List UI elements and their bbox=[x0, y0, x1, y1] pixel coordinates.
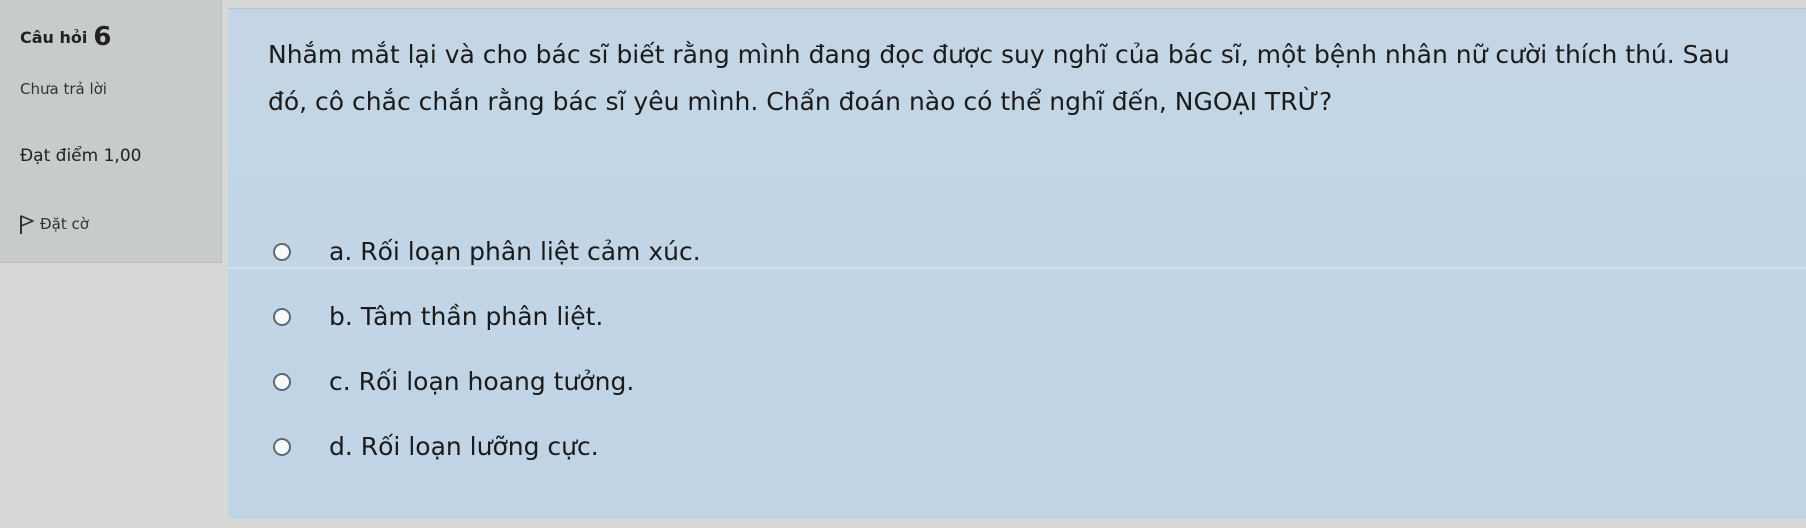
answer-label: a. Rối loạn phân liệt cảm xúc. bbox=[329, 237, 701, 266]
radio-icon[interactable] bbox=[273, 437, 291, 456]
answer-label: b. Tâm thần phân liệt. bbox=[329, 302, 604, 331]
question-state: Chưa trả lời bbox=[20, 80, 107, 98]
flag-question-button[interactable]: Đặt cờ bbox=[18, 212, 89, 236]
question-label: Câu hỏi bbox=[20, 28, 88, 47]
question-text: Nhắm mắt lại và cho bác sĩ biết rằng mìn… bbox=[268, 40, 1730, 116]
answer-option-c[interactable]: c. Rối loạn hoang tưởng. bbox=[273, 367, 634, 396]
question-content: Nhắm mắt lại và cho bác sĩ biết rằng mìn… bbox=[228, 8, 1806, 519]
flag-icon bbox=[20, 215, 34, 234]
question-number: 6 bbox=[93, 22, 112, 52]
question-grade: Đạt điểm 1,00 bbox=[20, 146, 142, 166]
answer-option-d[interactable]: d. Rối loạn lưỡng cực. bbox=[273, 432, 599, 461]
answer-label: c. Rối loạn hoang tưởng. bbox=[329, 367, 635, 396]
answer-option-b[interactable]: b. Tâm thần phân liệt. bbox=[273, 302, 603, 331]
answer-option-a[interactable]: a. Rối loạn phân liệt cảm xúc. bbox=[273, 237, 701, 266]
radio-icon[interactable] bbox=[273, 242, 291, 261]
radio-icon[interactable] bbox=[273, 372, 291, 391]
flag-label: Đặt cờ bbox=[40, 215, 89, 233]
radio-icon[interactable] bbox=[273, 307, 291, 326]
answer-label: d. Rối loạn lưỡng cực. bbox=[329, 432, 599, 461]
question-info-panel: Câu hỏi 6 Chưa trả lời Đạt điểm 1,00 Đặt … bbox=[0, 0, 222, 263]
answers-divider bbox=[228, 267, 1806, 269]
question-number-heading: Câu hỏi 6 bbox=[20, 22, 111, 52]
